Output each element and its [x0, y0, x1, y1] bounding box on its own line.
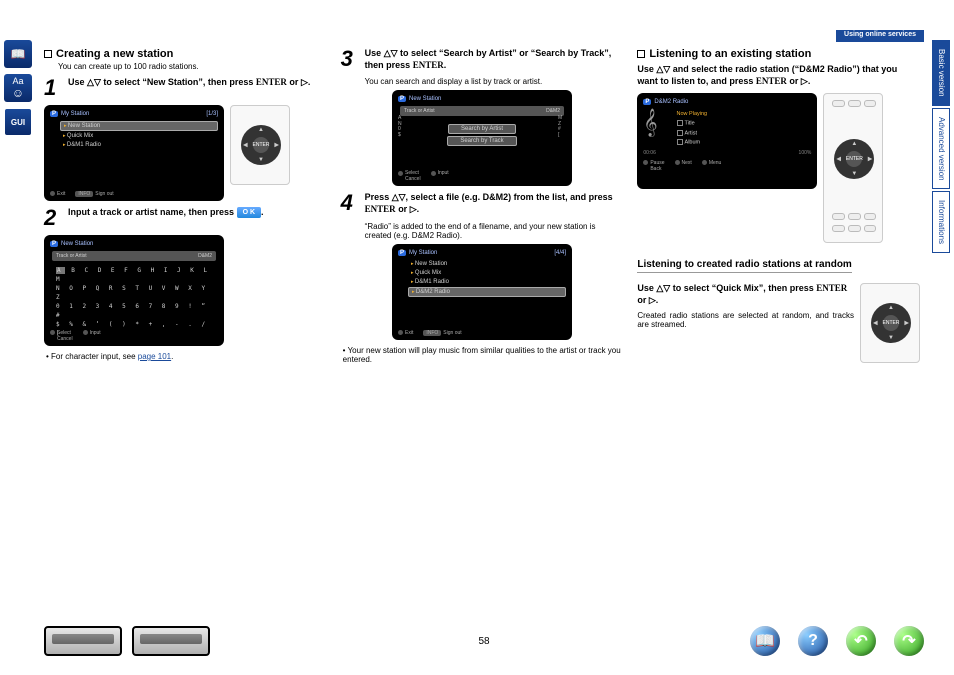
bullet-char-input: • For character input, see page 101.	[46, 352, 327, 361]
nav-book-button[interactable]: 📖	[750, 626, 780, 656]
illustration-quickmix: Use to select “Quick Mix”, then press EN…	[637, 283, 920, 363]
main-content: Creating a new station You can create up…	[44, 48, 920, 369]
nav-buttons: 📖 ? ↶ ↷	[750, 626, 924, 656]
remote-dpad-2: ENTER▲▼◀▶	[860, 283, 920, 363]
subheading-random: Listening to created radio stations at r…	[637, 259, 851, 273]
device-thumb-2[interactable]	[132, 626, 210, 656]
step-text: Input a track or artist name, then press…	[68, 207, 264, 229]
step-2: 2 Input a track or artist name, then pre…	[44, 207, 327, 229]
gui-icon[interactable]: GUI	[4, 108, 32, 136]
device-thumb-1[interactable]	[44, 626, 122, 656]
glossary-icon[interactable]: Aa☺	[4, 74, 32, 102]
section-sub: You can create up to 100 radio stations.	[58, 62, 327, 71]
step-text: Use to select “New Station”, then press …	[68, 77, 310, 99]
list-item: New Station	[408, 260, 566, 268]
list-item: D&M1 Radio	[60, 141, 218, 149]
tab-basic-version[interactable]: Basic version	[932, 40, 950, 106]
tab-advanced-version[interactable]: Advanced version	[932, 108, 950, 190]
step-text: Use to select “Quick Mix”, then press EN…	[637, 283, 854, 306]
illustration-player: PD&M2 Radio 𝄞 Now Playing Title Artist A…	[637, 93, 920, 243]
section-title-listening: Listening to an existing station	[637, 48, 920, 60]
step-number: 3	[341, 48, 359, 71]
illustration-1: PMy Station[1/3] New Station Quick Mix D…	[44, 105, 327, 201]
step-text: Use and select the radio station (“D&M2 …	[637, 64, 920, 87]
remote-dpad-tall: ENTER▲▼◀▶	[823, 93, 883, 243]
list-item: D&M1 Radio	[408, 278, 566, 286]
footer-bar: 58 📖 ? ↶ ↷	[44, 621, 924, 661]
option-search-track: Search by Track	[447, 136, 516, 146]
step-text: Press , select a file (e.g. D&M2) from t…	[365, 192, 624, 215]
screen-player: PD&M2 Radio 𝄞 Now Playing Title Artist A…	[637, 93, 817, 189]
step-4: 4 Press , select a file (e.g. D&M2) from…	[341, 192, 624, 215]
music-note-icon: 𝄞	[643, 109, 657, 147]
step-note: You can search and display a list by tra…	[365, 77, 624, 86]
list-item: Quick Mix	[408, 269, 566, 277]
step-number: 4	[341, 192, 359, 215]
nav-prev-button[interactable]: ↶	[846, 626, 876, 656]
step-listen: Use and select the radio station (“D&M2 …	[637, 64, 920, 87]
step-number: 1	[44, 77, 62, 99]
list-item: D&M2 Radio	[408, 287, 566, 297]
link-page-101[interactable]: page 101	[138, 352, 171, 361]
column-1: Creating a new station You can create up…	[44, 48, 327, 369]
right-tab-strip: Basic version Advanced version Informati…	[932, 40, 950, 255]
option-search-artist: Search by Artist	[448, 124, 516, 134]
illustration-2: PNew Station Track or ArtistD&M2 A B C D…	[44, 235, 327, 346]
step-note: “Radio” is added to the end of a filenam…	[365, 222, 624, 240]
ok-badge-icon: O K	[237, 207, 261, 218]
page-number: 58	[478, 636, 489, 647]
nav-next-button[interactable]: ↷	[894, 626, 924, 656]
breadcrumb: Using online services	[836, 30, 924, 42]
left-icon-sidebar: 📖 Aa☺ GUI	[4, 40, 34, 136]
section-title-creating: Creating a new station	[44, 48, 327, 60]
remote-dpad-1: ENTER▲▼◀▶	[230, 105, 290, 185]
nav-help-button[interactable]: ?	[798, 626, 828, 656]
step-3: 3 Use to select “Search by Artist” or “S…	[341, 48, 624, 71]
illustration-3: PNew Station Track or ArtistD&M2 A N 0 $…	[341, 90, 624, 186]
step-text: Use to select “Search by Artist” or “Sea…	[365, 48, 624, 71]
bullet-new-station: • Your new station will play music from …	[343, 346, 624, 364]
illustration-4: PMy Station[4/4] New Station Quick Mix D…	[341, 244, 624, 340]
screen-my-station-1: PMy Station[1/3] New Station Quick Mix D…	[44, 105, 224, 201]
device-thumbnails	[44, 626, 210, 656]
step-1: 1 Use to select “New Station”, then pres…	[44, 77, 327, 99]
screen-search: PNew Station Track or ArtistD&M2 A N 0 $…	[392, 90, 572, 186]
step-number: 2	[44, 207, 62, 229]
list-item: Quick Mix	[60, 132, 218, 140]
book-icon[interactable]: 📖	[4, 40, 32, 68]
list-item: New Station	[60, 121, 218, 131]
tab-informations[interactable]: Informations	[932, 191, 950, 253]
screen-keyboard: PNew Station Track or ArtistD&M2 A B C D…	[44, 235, 224, 346]
column-3: Listening to an existing station Use and…	[637, 48, 920, 369]
note-random: Created radio stations are selected at r…	[637, 311, 854, 329]
screen-my-station-4: PMy Station[4/4] New Station Quick Mix D…	[392, 244, 572, 340]
column-2: 3 Use to select “Search by Artist” or “S…	[341, 48, 624, 369]
